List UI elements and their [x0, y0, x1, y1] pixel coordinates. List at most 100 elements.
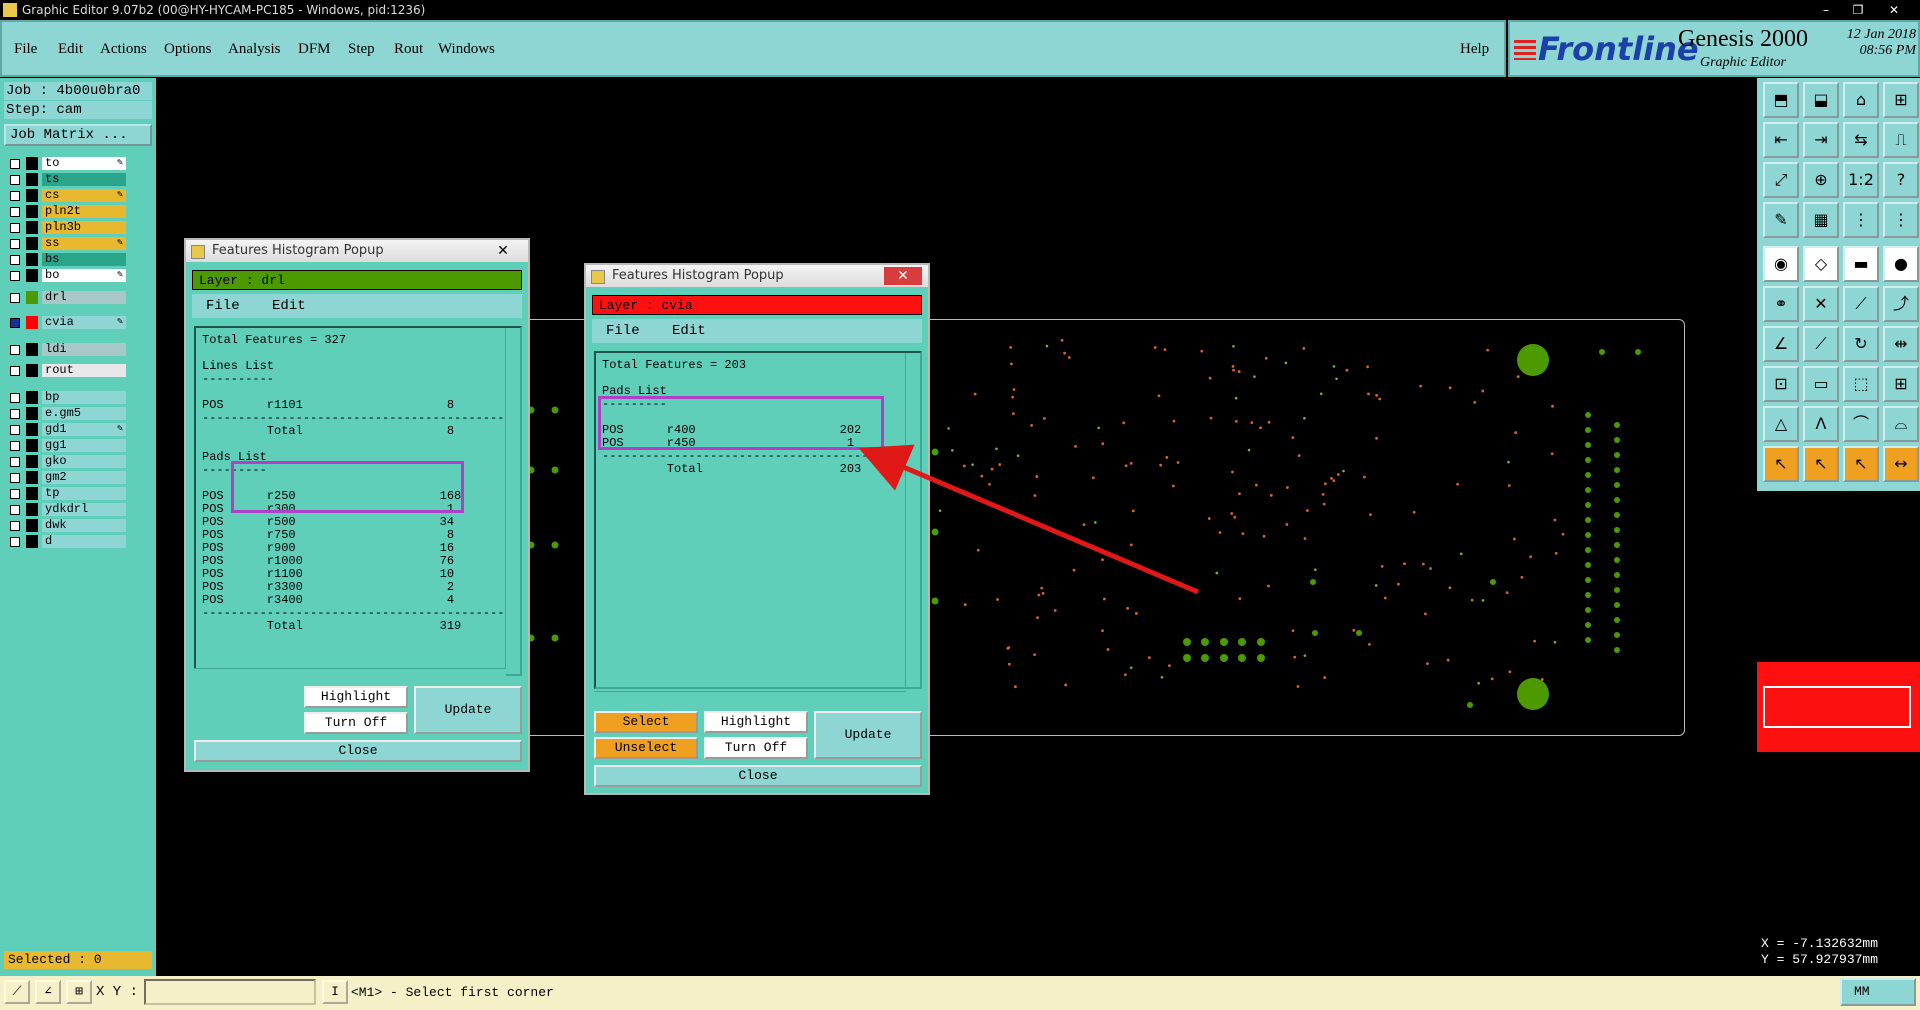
menu-rout[interactable]: Rout: [394, 41, 423, 58]
layer-name[interactable]: bo ✎: [42, 269, 126, 282]
home-icon[interactable]: ⌂: [1843, 82, 1879, 118]
menu-file[interactable]: File: [14, 41, 37, 58]
layer-name[interactable]: gd1 ✎: [42, 423, 126, 436]
line-point-icon[interactable]: ⟋: [1843, 286, 1879, 322]
text-cursor-icon[interactable]: I: [322, 980, 348, 1004]
menu-help[interactable]: Help: [1460, 41, 1489, 58]
layer-name[interactable]: gko: [42, 455, 126, 468]
popup-drl-highlight-button[interactable]: Highlight: [304, 686, 408, 708]
popup-cvia-close-button[interactable]: Close: [594, 765, 922, 787]
edit-shape-icon[interactable]: ◇: [1803, 246, 1839, 282]
layer-row-drl[interactable]: drl: [4, 290, 126, 305]
popup-cvia-menu-file[interactable]: File: [606, 323, 640, 339]
layer-checkbox[interactable]: [10, 366, 20, 376]
arch-a-icon[interactable]: ⌒: [1843, 406, 1879, 442]
layer-checkbox[interactable]: [10, 393, 20, 403]
cursor-select-icon[interactable]: ↖: [1803, 446, 1839, 482]
pen-tool-icon[interactable]: ✎: [1763, 202, 1799, 238]
popup-cvia-menu-edit[interactable]: Edit: [672, 323, 706, 339]
layer-row-bo[interactable]: bo ✎: [4, 268, 126, 283]
popup-drl-update-button[interactable]: Update: [414, 686, 522, 734]
minus-line-icon[interactable]: ▭: [1803, 366, 1839, 402]
group-icon[interactable]: ⊞: [1883, 366, 1919, 402]
popup-cvia-hscroll[interactable]: [594, 691, 906, 706]
layer-checkbox[interactable]: [10, 425, 20, 435]
panel-split-icon[interactable]: ⊞: [1883, 82, 1919, 118]
popup-drl-close-icon[interactable]: ✕: [484, 242, 522, 260]
popup-cvia-select-button[interactable]: Select: [594, 711, 698, 733]
layer-row-cs[interactable]: cs ✎: [4, 188, 126, 203]
help-question-icon[interactable]: ?: [1883, 162, 1919, 198]
add-pad-icon[interactable]: ⊡: [1763, 366, 1799, 402]
layer-row-bs[interactable]: bs: [4, 252, 126, 267]
layer-row-ts[interactable]: ts: [4, 172, 126, 187]
layer-row-bp[interactable]: bp: [4, 390, 126, 405]
layer-name[interactable]: cs ✎: [42, 189, 126, 202]
layer-swatch[interactable]: [26, 455, 38, 468]
menu-dfm[interactable]: DFM: [298, 41, 331, 58]
layer-checkbox[interactable]: [10, 537, 20, 547]
layer-row-tp[interactable]: tp: [4, 486, 126, 501]
ruler-icon[interactable]: ▬: [1843, 246, 1879, 282]
grid-mode-icon[interactable]: ⊞: [66, 980, 92, 1004]
layer-swatch[interactable]: [26, 423, 38, 436]
layer-checkbox[interactable]: [10, 505, 20, 515]
draw-line-icon[interactable]: ∠: [1763, 326, 1799, 362]
layer-name[interactable]: pln3b: [42, 221, 126, 234]
layer-checkbox[interactable]: [10, 473, 20, 483]
maximize-button[interactable]: ❐: [1846, 2, 1870, 18]
layer-swatch[interactable]: [26, 519, 38, 532]
popup-drl-menu-edit[interactable]: Edit: [272, 298, 306, 314]
popup-cvia-turn-off-button[interactable]: Turn Off: [704, 737, 808, 759]
minimize-button[interactable]: –: [1814, 2, 1838, 18]
layer-checkbox[interactable]: [10, 223, 20, 233]
move-point-icon[interactable]: ⤴: [1883, 286, 1919, 322]
snap-icon[interactable]: ⎍: [1883, 122, 1919, 158]
layer-swatch[interactable]: [26, 237, 38, 250]
triangle-icon[interactable]: △: [1763, 406, 1799, 442]
layer-name[interactable]: gm2: [42, 471, 126, 484]
triangle-a-icon[interactable]: Λ: [1803, 406, 1839, 442]
menu-options[interactable]: Options: [164, 41, 212, 58]
popup-drl-close-button[interactable]: Close: [194, 740, 522, 762]
menu-actions[interactable]: Actions: [100, 41, 147, 58]
layer-checkbox[interactable]: [10, 175, 20, 185]
layer-row-gm2[interactable]: gm2: [4, 470, 126, 485]
zoom-center-icon[interactable]: ⊕: [1803, 162, 1839, 198]
cursor-move-icon[interactable]: ↔: [1883, 446, 1919, 482]
units-button[interactable]: MM: [1840, 978, 1916, 1006]
popup-cvia-vscroll[interactable]: [905, 353, 920, 687]
popup-cvia-close-icon[interactable]: ✕: [884, 267, 922, 285]
layer-swatch[interactable]: [26, 364, 38, 377]
menu-analysis[interactable]: Analysis: [228, 41, 281, 58]
draw-mode-icon[interactable]: ⟋: [4, 980, 30, 1004]
menu-step[interactable]: Step: [348, 41, 375, 58]
layer-swatch[interactable]: [26, 316, 38, 329]
cursor-icon[interactable]: ↖: [1763, 446, 1799, 482]
job-matrix-button[interactable]: Job Matrix ...: [4, 124, 152, 146]
draw-diag-icon[interactable]: ⟋: [1803, 326, 1839, 362]
layer-swatch[interactable]: [26, 503, 38, 516]
layer-checkbox[interactable]: [10, 441, 20, 451]
close-window-button[interactable]: ✕: [1882, 2, 1906, 18]
pan-left-icon[interactable]: ⇤: [1763, 122, 1799, 158]
layer-name[interactable]: ss ✎: [42, 237, 126, 250]
window-save-icon[interactable]: ⬓: [1803, 82, 1839, 118]
layer-checkbox[interactable]: [10, 271, 20, 281]
rotate-icon[interactable]: ↻: [1843, 326, 1879, 362]
layer-name[interactable]: tp: [42, 487, 126, 500]
cursor-pick-icon[interactable]: ↖: [1843, 446, 1879, 482]
layer-name[interactable]: bs: [42, 253, 126, 266]
measure-red-icon[interactable]: ⋮: [1843, 202, 1879, 238]
layer-name[interactable]: ydkdrl: [42, 503, 126, 516]
scale-1-2-icon[interactable]: 1:2: [1843, 162, 1879, 198]
menu-windows[interactable]: Windows: [438, 41, 495, 58]
layer-row-rout[interactable]: rout: [4, 363, 126, 378]
connect-icon[interactable]: ⚭: [1763, 286, 1799, 322]
layer-name[interactable]: drl: [42, 291, 126, 304]
layer-row-pln2t[interactable]: pln2t: [4, 204, 126, 219]
layer-swatch[interactable]: [26, 343, 38, 356]
layer-name[interactable]: bp: [42, 391, 126, 404]
zoom-fit-icon[interactable]: ⤢: [1763, 162, 1799, 198]
layer-checkbox[interactable]: [10, 191, 20, 201]
